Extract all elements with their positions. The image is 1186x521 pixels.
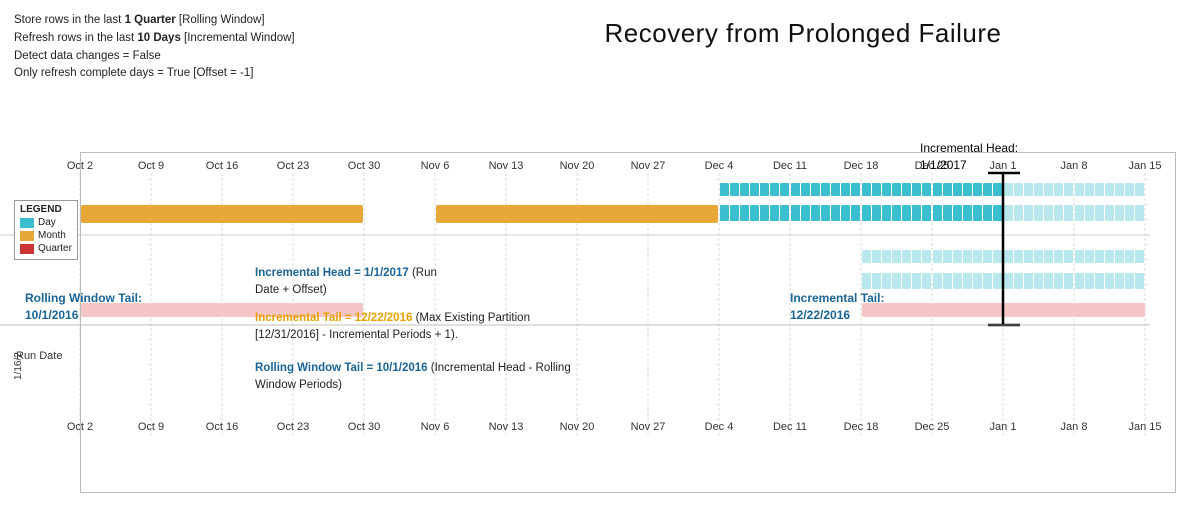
info-line-1: Store rows in the last 1 Quarter [Rollin… <box>14 12 295 30</box>
svg-text:Oct 23: Oct 23 <box>277 160 309 172</box>
svg-text:Nov 27: Nov 27 <box>631 421 666 433</box>
svg-text:Nov 13: Nov 13 <box>489 160 524 172</box>
svg-text:Dec 25: Dec 25 <box>915 421 950 433</box>
legend-month-label: Month <box>38 230 66 241</box>
svg-text:Nov 27: Nov 27 <box>631 160 666 172</box>
svg-text:Jan 8: Jan 8 <box>1061 421 1088 433</box>
svg-text:Oct 30: Oct 30 <box>348 160 380 172</box>
svg-text:Dec 4: Dec 4 <box>705 421 734 433</box>
svg-text:Dec 11: Dec 11 <box>773 160 807 172</box>
run-date-value: 1/16/2 <box>13 352 24 380</box>
svg-text:Oct 16: Oct 16 <box>206 421 238 433</box>
formula-rolling-tail: Rolling Window Tail = 10/1/2016 (Increme… <box>255 360 571 395</box>
svg-text:Nov 20: Nov 20 <box>560 421 595 433</box>
svg-text:Oct 23: Oct 23 <box>277 421 309 433</box>
svg-text:Oct 9: Oct 9 <box>138 421 164 433</box>
svg-text:Nov 6: Nov 6 <box>421 421 450 433</box>
legend-quarter-label: Quarter <box>38 243 72 254</box>
legend-title: LEGEND <box>20 204 72 215</box>
svg-text:Jan 8: Jan 8 <box>1061 160 1088 172</box>
info-line-2: Refresh rows in the last 10 Days [Increm… <box>14 30 295 48</box>
info-line-4: Only refresh complete days = True [Offse… <box>14 65 295 83</box>
svg-text:Jan 15: Jan 15 <box>1128 160 1161 172</box>
rolling-tail-annotation: Rolling Window Tail: 10/1/2016 <box>25 290 142 324</box>
svg-text:Nov 20: Nov 20 <box>560 160 595 172</box>
header-info: Store rows in the last 1 Quarter [Rollin… <box>14 12 295 83</box>
svg-text:Oct 16: Oct 16 <box>206 160 238 172</box>
svg-text:Dec 18: Dec 18 <box>844 160 879 172</box>
day-color-swatch <box>20 218 34 228</box>
svg-text:Dec 11: Dec 11 <box>773 421 807 433</box>
svg-text:Dec 18: Dec 18 <box>844 421 879 433</box>
incr-tail-annotation: Incremental Tail: 12/22/2016 <box>790 290 884 324</box>
incr-head-annotation: Incremental Head: 1/1/2017 <box>920 140 1018 174</box>
legend-item-quarter: Quarter <box>20 243 72 254</box>
svg-text:Oct 2: Oct 2 <box>67 160 93 172</box>
x-axis-bottom: Oct 2 Oct 9 Oct 16 Oct 23 Oct 30 Nov 6 N… <box>67 421 1162 433</box>
month-color-swatch <box>20 231 34 241</box>
quarter-row-lower <box>81 303 1145 317</box>
svg-text:Nov 13: Nov 13 <box>489 421 524 433</box>
month-row <box>81 205 1144 223</box>
page-title: Recovery from Prolonged Failure <box>420 18 1186 49</box>
page: Store rows in the last 1 Quarter [Rollin… <box>0 0 1186 521</box>
svg-text:Jan 15: Jan 15 <box>1128 421 1161 433</box>
svg-text:Oct 9: Oct 9 <box>138 160 164 172</box>
legend-item-month: Month <box>20 230 72 241</box>
svg-text:Oct 2: Oct 2 <box>67 421 93 433</box>
legend: LEGEND Day Month Quarter <box>14 200 78 260</box>
svg-text:Dec 4: Dec 4 <box>705 160 734 172</box>
quarter-color-swatch <box>20 244 34 254</box>
legend-item-day: Day <box>20 217 72 228</box>
svg-text:Oct 30: Oct 30 <box>348 421 380 433</box>
formula-incr-head: Incremental Head = 1/1/2017 (RunDate + O… <box>255 265 437 300</box>
info-line-3: Detect data changes = False <box>14 48 295 66</box>
formula-incr-tail: Incremental Tail = 12/22/2016 (Max Exist… <box>255 310 530 345</box>
chart-svg: Oct 2 Oct 9 Oct 16 Oct 23 Oct 30 Nov 6 N… <box>80 155 1170 500</box>
svg-text:Jan 1: Jan 1 <box>990 421 1017 433</box>
svg-text:Nov 6: Nov 6 <box>421 160 450 172</box>
legend-day-label: Day <box>38 217 56 228</box>
